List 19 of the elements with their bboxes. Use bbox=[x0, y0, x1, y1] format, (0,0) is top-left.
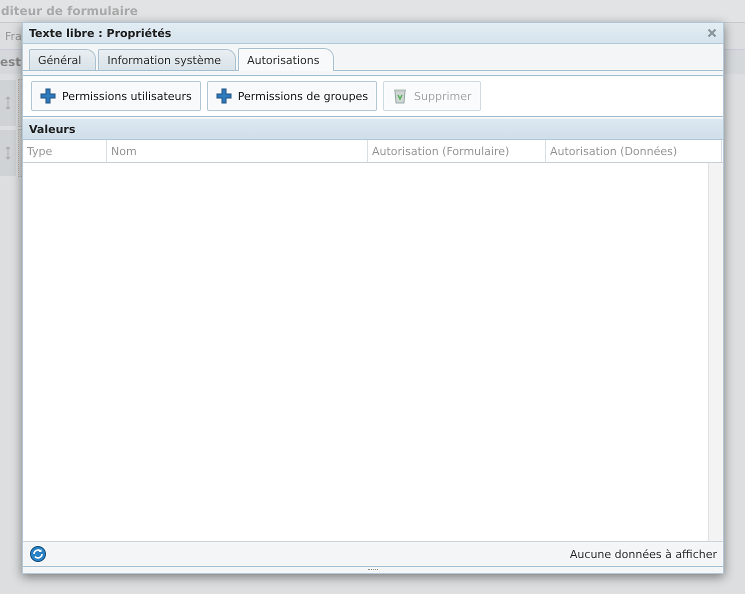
tab[interactable]: Information système bbox=[98, 49, 236, 70]
app-title: diteur de formulaire bbox=[1, 4, 138, 18]
toolbar-button[interactable]: Permissions de groupes bbox=[206, 81, 378, 111]
tab[interactable]: Autorisations bbox=[238, 48, 334, 71]
tab[interactable]: Général bbox=[29, 49, 96, 70]
section-title: est bbox=[0, 55, 22, 69]
toolbar-label: Fra bbox=[5, 30, 22, 42]
dialog-title: Texte libre : Propriétés bbox=[29, 26, 172, 40]
resize-grip[interactable] bbox=[368, 568, 378, 572]
grid-title: Valeurs bbox=[29, 122, 76, 136]
plus-icon bbox=[216, 88, 232, 104]
refresh-icon[interactable] bbox=[29, 545, 47, 563]
status-text: Aucune données à afficher bbox=[570, 548, 717, 560]
plus-icon bbox=[40, 88, 56, 104]
drag-handle-icon[interactable] bbox=[0, 80, 16, 126]
drag-handle-icon[interactable] bbox=[0, 130, 16, 176]
trash-icon bbox=[392, 88, 408, 104]
close-icon[interactable] bbox=[707, 28, 717, 38]
toolbar-button[interactable]: Permissions utilisateurs bbox=[31, 81, 201, 111]
